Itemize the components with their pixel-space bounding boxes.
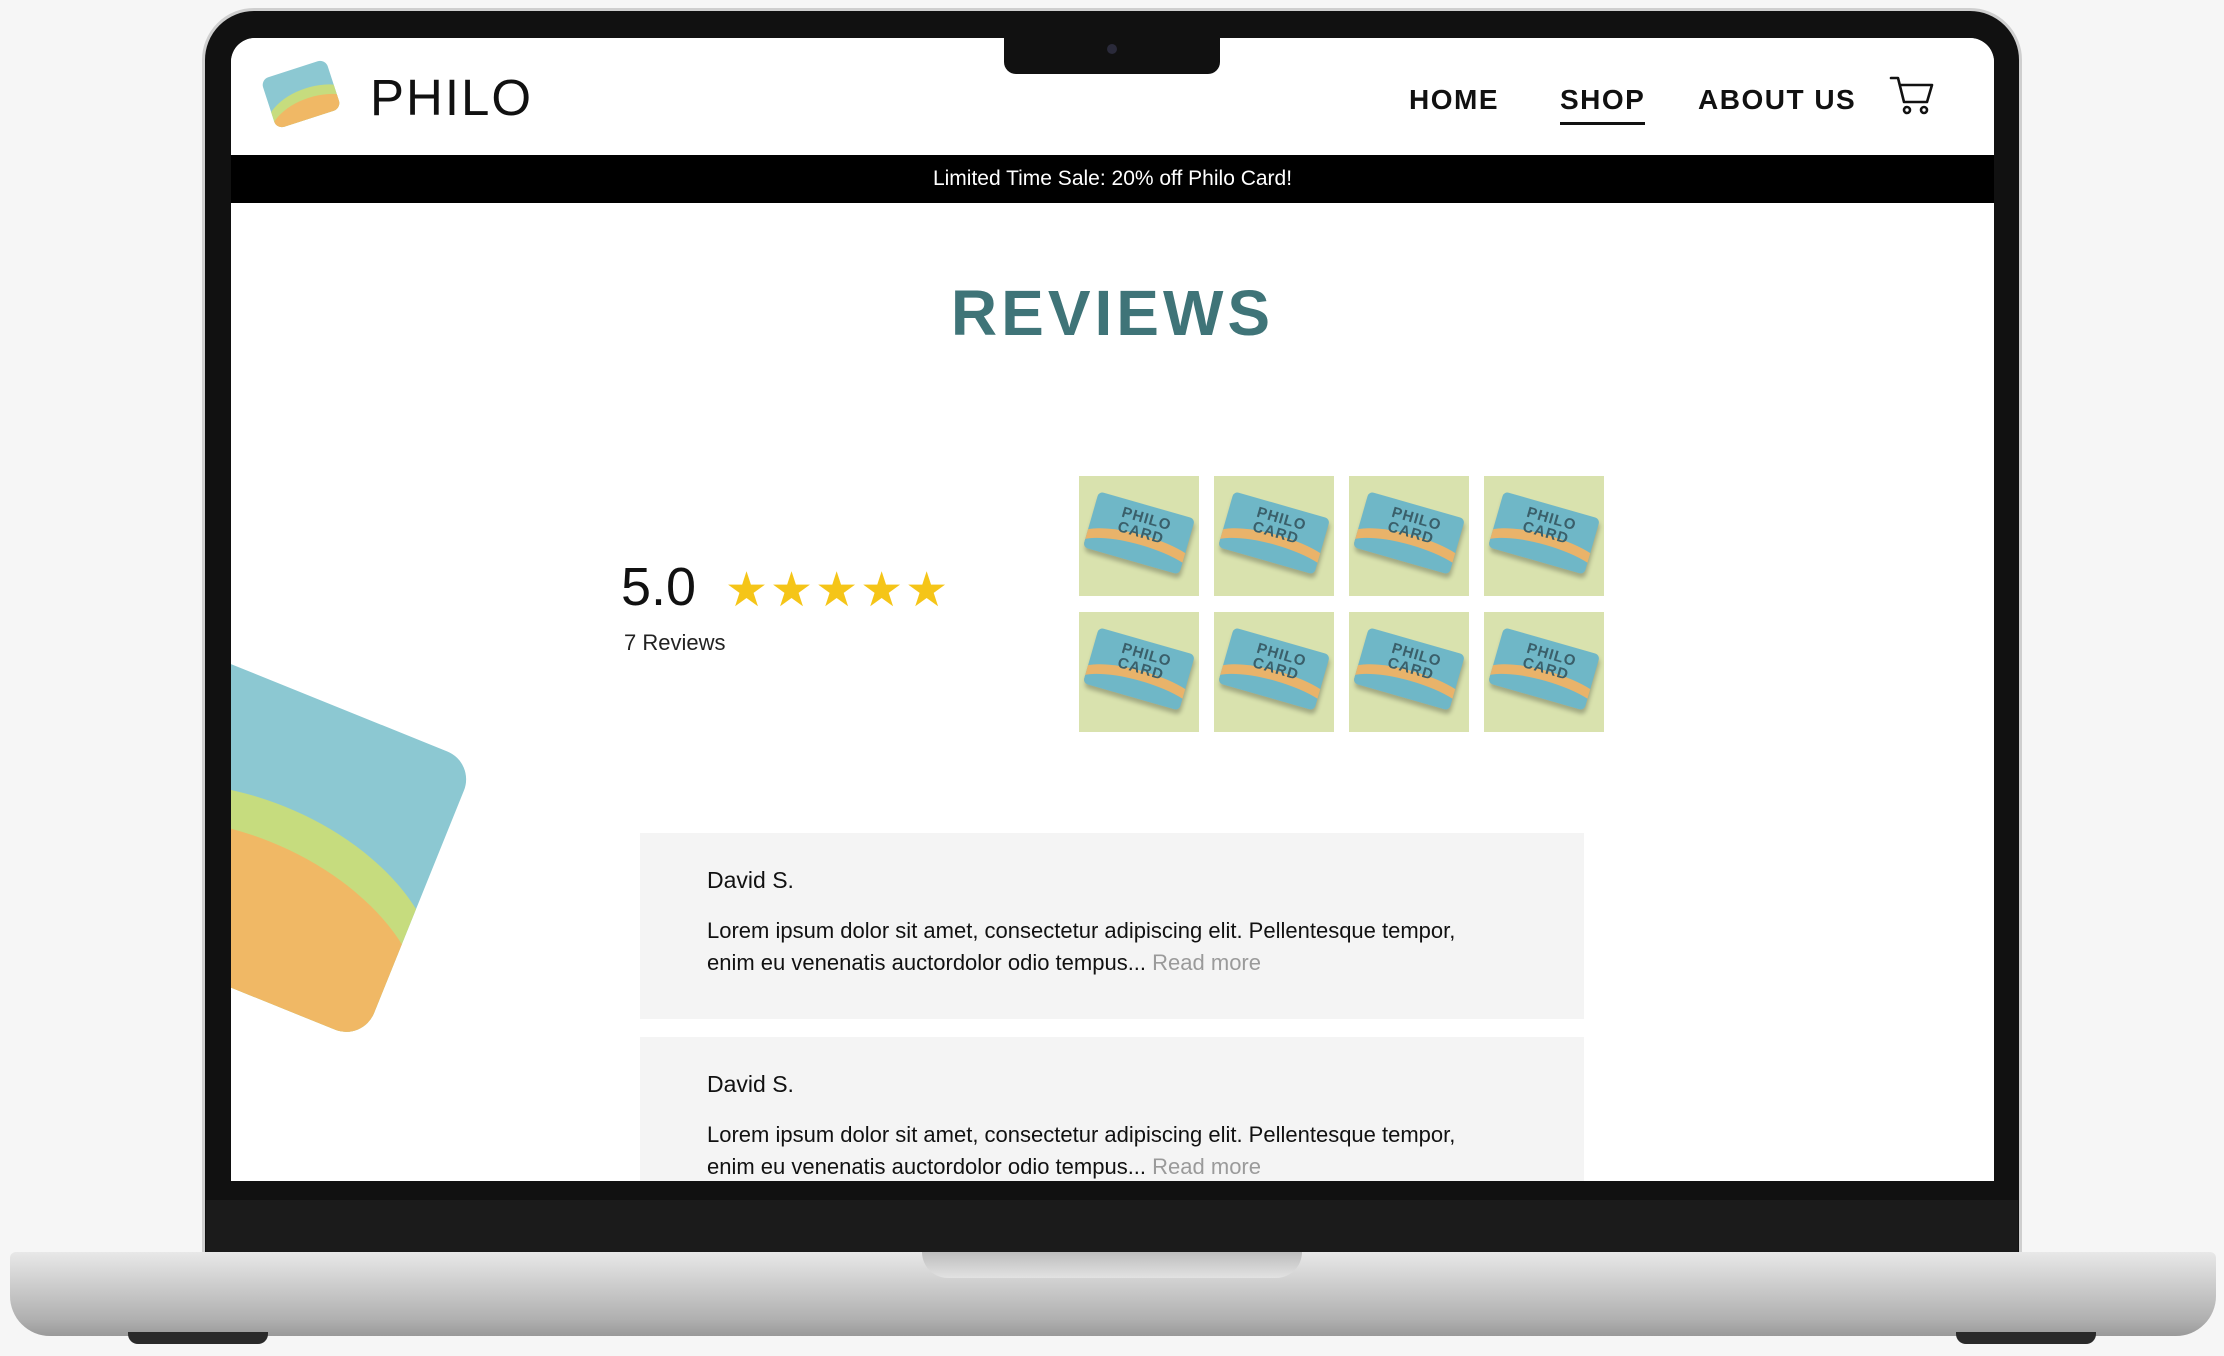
- laptop-bezel: [206, 1200, 2018, 1252]
- logo-icon[interactable]: [260, 58, 342, 130]
- review-photo[interactable]: PHILO CARD: [1214, 612, 1334, 732]
- sale-banner[interactable]: Limited Time Sale: 20% off Philo Card!: [231, 155, 1994, 203]
- review-photo-grid: PHILO CARD PHILO CARD PHILO CARD PHILO C…: [1079, 476, 1607, 732]
- laptop-hinge-notch: [922, 1252, 1302, 1278]
- nav-shop[interactable]: SHOP: [1560, 84, 1646, 125]
- reviewer-name: David S.: [707, 867, 794, 893]
- laptop-foot: [1956, 1332, 2096, 1344]
- nav-home[interactable]: HOME: [1409, 84, 1499, 116]
- camera-icon: [1107, 44, 1117, 54]
- read-more-link[interactable]: Read more: [1152, 950, 1261, 975]
- review-card: David S. Lorem ipsum dolor sit amet, con…: [640, 833, 1584, 1019]
- average-rating: 5.0: [621, 557, 697, 617]
- star-rating: ★★★★★: [725, 564, 951, 617]
- review-photo[interactable]: PHILO CARD: [1079, 612, 1199, 732]
- review-photo[interactable]: PHILO CARD: [1349, 612, 1469, 732]
- review-text: Lorem ipsum dolor sit amet, consectetur …: [707, 918, 1456, 975]
- laptop-foot: [128, 1332, 268, 1344]
- review-photo[interactable]: PHILO CARD: [1484, 612, 1604, 732]
- camera-notch: [1004, 36, 1220, 74]
- review-photo[interactable]: PHILO CARD: [1484, 476, 1604, 596]
- nav-about-us[interactable]: ABOUT US: [1698, 84, 1856, 116]
- review-photo[interactable]: PHILO CARD: [1079, 476, 1199, 596]
- review-photo[interactable]: PHILO CARD: [1214, 476, 1334, 596]
- shopping-cart-icon[interactable]: [1889, 72, 1935, 118]
- review-card: David S. Lorem ipsum dolor sit amet, con…: [640, 1037, 1584, 1181]
- brand-name[interactable]: PHILO: [370, 68, 533, 127]
- decorative-card-graphic: [231, 639, 476, 1041]
- page-title: REVIEWS: [950, 277, 1275, 349]
- review-text: Lorem ipsum dolor sit amet, consectetur …: [707, 1122, 1456, 1179]
- laptop-mockup: PHILO HOME SHOP ABOUT US Limited Time Sa…: [0, 0, 2224, 1356]
- read-more-link[interactable]: Read more: [1152, 1154, 1261, 1179]
- reviewer-name: David S.: [707, 1071, 794, 1097]
- review-photo[interactable]: PHILO CARD: [1349, 476, 1469, 596]
- review-count: 7 Reviews: [624, 630, 726, 655]
- browser-screen: PHILO HOME SHOP ABOUT US Limited Time Sa…: [231, 38, 1994, 1181]
